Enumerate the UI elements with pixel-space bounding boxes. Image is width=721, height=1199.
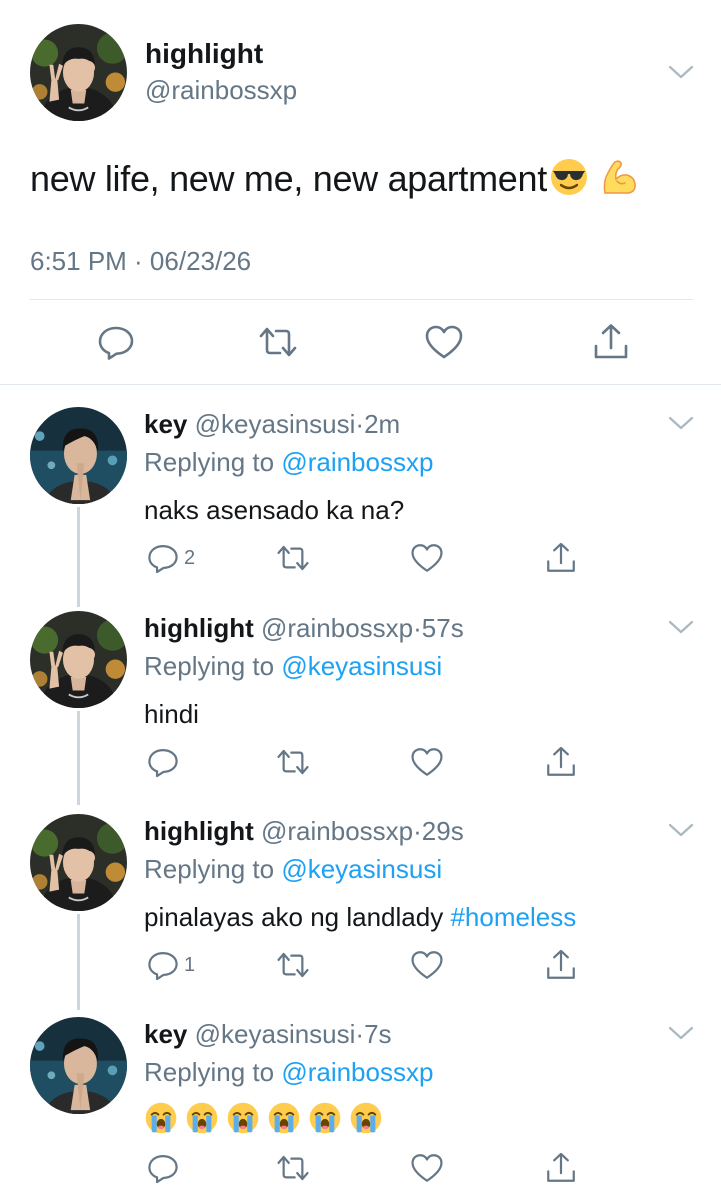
loudly-crying-face-icon: [144, 1101, 178, 1135]
reply-text: hindi: [144, 699, 199, 729]
reply-icon: [146, 948, 180, 982]
avatar-photo: [30, 611, 127, 708]
display-name[interactable]: key: [144, 1019, 187, 1049]
chevron-down-icon[interactable]: [668, 415, 694, 431]
handle[interactable]: @keyasinsusi: [195, 409, 356, 439]
separator-dot: ·: [355, 409, 365, 439]
mention-link[interactable]: @keyasinsusi: [281, 651, 442, 681]
replying-to-label: Replying to: [144, 447, 282, 477]
handle[interactable]: @rainbossxp: [261, 816, 413, 846]
reply-time: 2m: [364, 409, 401, 439]
thread-line: [77, 711, 80, 805]
avatar-photo: [30, 24, 127, 121]
avatar[interactable]: [30, 611, 127, 708]
display-name[interactable]: highlight: [144, 816, 254, 846]
avatar[interactable]: [30, 1017, 127, 1114]
avatar-photo: [30, 814, 127, 911]
retweet-icon[interactable]: [276, 745, 310, 779]
reply-emoji-row: [144, 1101, 383, 1142]
reply-header: highlight @rainbossxp·29s: [144, 816, 464, 847]
reply-button[interactable]: 1: [146, 948, 216, 982]
loudly-crying-face-icon: [308, 1101, 342, 1135]
chevron-down-icon[interactable]: [668, 822, 694, 838]
like-icon[interactable]: [424, 322, 464, 362]
avatar[interactable]: [30, 407, 127, 504]
share-icon[interactable]: [544, 1151, 578, 1185]
like-icon[interactable]: [410, 541, 444, 575]
replying-to: Replying to @rainbossxp: [144, 447, 433, 478]
main-tweet: highlight @rainbossxp new life, new me, …: [0, 0, 721, 385]
flexed-biceps-icon: [599, 157, 639, 197]
share-icon[interactable]: [544, 745, 578, 779]
reply-icon: [146, 541, 180, 575]
avatar[interactable]: [30, 24, 127, 121]
loudly-crying-face-icon: [267, 1101, 301, 1135]
reply-time: 7s: [364, 1019, 392, 1049]
display-name[interactable]: highlight: [145, 38, 263, 70]
chevron-down-icon[interactable]: [668, 619, 694, 635]
loudly-crying-face-icon: [226, 1101, 260, 1135]
replying-to: Replying to @keyasinsusi: [144, 854, 442, 885]
separator-dot: ·: [413, 816, 422, 846]
display-name[interactable]: highlight: [144, 613, 254, 643]
reply-text: pinalayas ako ng landlady #homeless: [144, 902, 576, 933]
share-icon[interactable]: [591, 322, 631, 362]
share-icon[interactable]: [544, 541, 578, 575]
mention-link[interactable]: @rainbossxp: [281, 447, 433, 477]
divider: [30, 299, 693, 300]
reply-count: 2: [184, 547, 196, 569]
like-icon[interactable]: [410, 1151, 444, 1185]
reply-button[interactable]: 2: [146, 541, 216, 575]
reply-header: key @keyasinsusi·2m: [144, 409, 400, 440]
hashtag-link[interactable]: #homeless: [450, 902, 576, 932]
like-icon[interactable]: [410, 948, 444, 982]
handle[interactable]: @rainbossxp: [145, 75, 297, 106]
reply-icon[interactable]: [146, 745, 180, 779]
retweet-icon[interactable]: [276, 1151, 310, 1185]
retweet-icon[interactable]: [276, 948, 310, 982]
share-icon[interactable]: [544, 948, 578, 982]
separator-dot: ·: [413, 613, 422, 643]
retweet-icon[interactable]: [258, 322, 298, 362]
reply-icon[interactable]: [146, 1151, 180, 1185]
replying-to: Replying to @keyasinsusi: [144, 651, 442, 682]
replying-to: Replying to @rainbossxp: [144, 1057, 433, 1088]
loudly-crying-face-icon: [349, 1101, 383, 1135]
tweet-timestamp: 6:51 PM · 06/23/26: [30, 246, 252, 276]
reply-time: 29s: [421, 816, 464, 846]
avatar[interactable]: [30, 814, 127, 911]
reply-text: naks asensado ka na?: [144, 495, 405, 525]
mention-link[interactable]: @keyasinsusi: [281, 854, 442, 884]
chevron-down-icon[interactable]: [668, 64, 694, 80]
handle[interactable]: @keyasinsusi: [195, 1019, 356, 1049]
thread-line: [77, 507, 80, 607]
reply-icon[interactable]: [96, 322, 136, 362]
reply-header: highlight @rainbossxp·57s: [144, 613, 464, 644]
thread-line: [77, 914, 80, 1010]
chevron-down-icon[interactable]: [668, 1025, 694, 1041]
separator-dot: ·: [355, 1019, 365, 1049]
avatar-photo: [30, 407, 127, 504]
replying-to-label: Replying to: [144, 854, 282, 884]
tweet-text-content: new life, new me, new apartment: [30, 158, 547, 199]
reply-header: key @keyasinsusi·7s: [144, 1019, 392, 1050]
reply-time: 57s: [421, 613, 464, 643]
replying-to-label: Replying to: [144, 1057, 282, 1087]
display-name[interactable]: key: [144, 409, 187, 439]
handle[interactable]: @rainbossxp: [261, 613, 413, 643]
like-icon[interactable]: [410, 745, 444, 779]
reply-count: 1: [184, 954, 196, 976]
mention-link[interactable]: @rainbossxp: [281, 1057, 433, 1087]
retweet-icon[interactable]: [276, 541, 310, 575]
avatar-photo: [30, 1017, 127, 1114]
loudly-crying-face-icon: [185, 1101, 219, 1135]
replying-to-label: Replying to: [144, 651, 282, 681]
smiling-face-with-sunglasses-icon: [549, 157, 589, 197]
tweet-text: new life, new me, new apartment: [30, 157, 639, 200]
reply-text-content: pinalayas ako ng landlady: [144, 902, 451, 932]
